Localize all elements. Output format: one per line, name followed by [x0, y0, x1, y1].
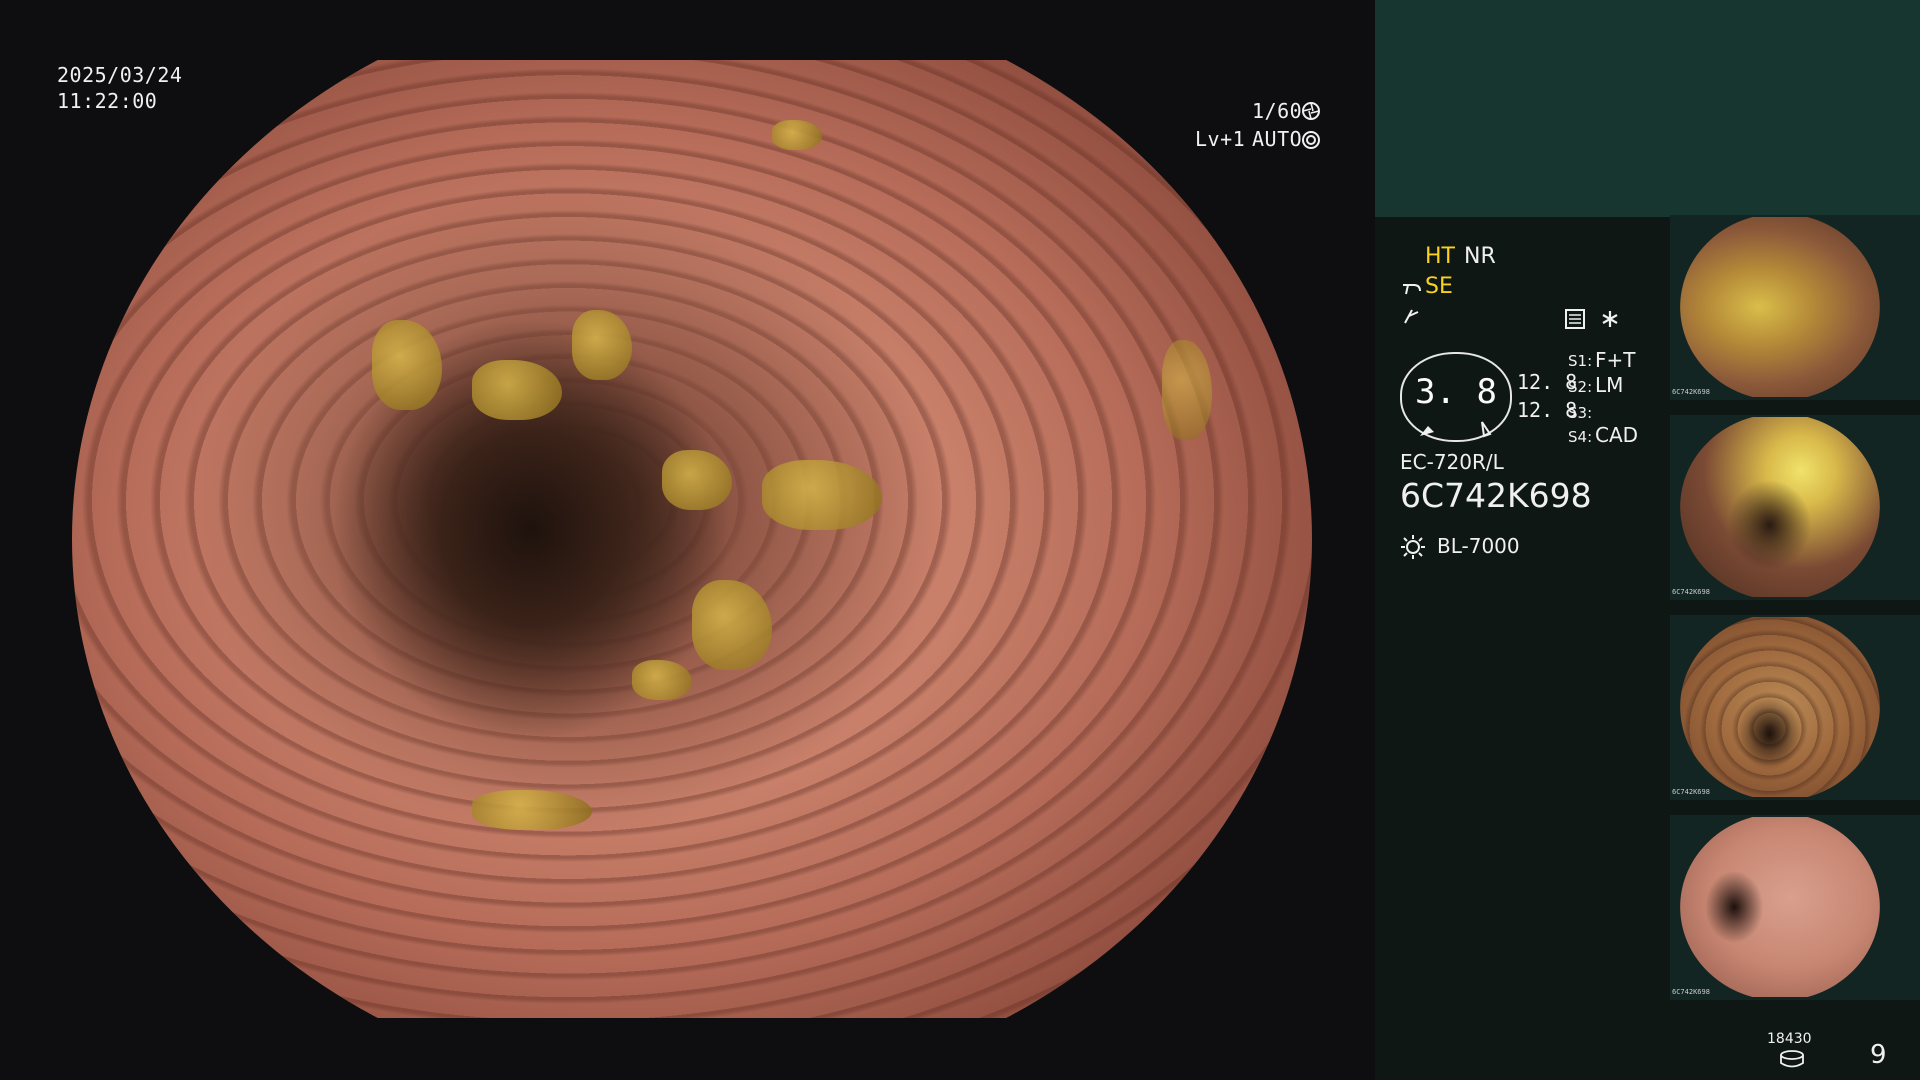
info-panel-header — [1375, 0, 1920, 217]
image-count: 18430 — [1767, 1031, 1812, 1047]
thumbnail-2[interactable]: 6C742K698 — [1670, 415, 1920, 600]
ht-indicator: HT — [1425, 244, 1455, 269]
thumbnail-4[interactable]: 6C742K698 — [1670, 815, 1920, 1000]
scope-serial: 6C742K698 — [1400, 476, 1592, 515]
scope-tip-icon — [1403, 284, 1421, 295]
brightness-level: Lv+1 — [1195, 127, 1246, 151]
shutter-speed: 1/60 — [1252, 99, 1303, 123]
s1-label: S1: — [1568, 352, 1593, 370]
thumbnail-label: 6C742K698 — [1672, 588, 1710, 596]
s2-value: LM — [1595, 373, 1624, 397]
iris-mode: AUTO — [1252, 127, 1303, 151]
auto-iris-icon — [1302, 131, 1320, 149]
gauge-value: 3. 8 — [1415, 372, 1497, 412]
thumbnail-label: 6C742K698 — [1672, 788, 1710, 796]
light-source: BL-7000 — [1437, 534, 1520, 558]
thumbnail-3[interactable]: 6C742K698 — [1670, 615, 1920, 800]
thumbnail-label: 6C742K698 — [1672, 388, 1710, 396]
gauge-indicator-icon — [1420, 421, 1492, 438]
thumbnail-1[interactable]: 6C742K698 — [1670, 215, 1920, 400]
s2-label: S2: — [1568, 378, 1593, 396]
menu-icon — [1565, 309, 1585, 329]
thumbnail-strip: 6C742K698 6C742K698 6C742K698 6C742K698 — [1670, 215, 1920, 1015]
se-indicator: SE — [1425, 274, 1453, 299]
endoscope-image — [72, 60, 1312, 1018]
live-view-pane: 2025/03/24 11:22:00 1/60 Lv+1 AUTO — [0, 0, 1375, 1080]
zoom-icon — [1404, 309, 1419, 324]
page-number: 9 — [1870, 1040, 1887, 1070]
gauge: 3. 8 — [1400, 352, 1512, 442]
light-source-icon — [1401, 535, 1425, 559]
s4-label: S4: — [1568, 428, 1593, 446]
disk-icon — [1780, 1050, 1804, 1068]
star-icon — [1602, 311, 1618, 327]
s3-label: S3: — [1568, 404, 1593, 422]
shutter-icon — [1302, 102, 1320, 120]
exam-time: 11:22:00 — [57, 89, 158, 113]
exam-date: 2025/03/24 — [57, 63, 183, 87]
s1-value: F+T — [1595, 348, 1636, 372]
thumbnail-label: 6C742K698 — [1672, 988, 1710, 996]
s4-value: CAD — [1595, 423, 1639, 447]
nr-indicator: NR — [1464, 244, 1496, 269]
scope-model: EC-720R/L — [1400, 450, 1504, 474]
